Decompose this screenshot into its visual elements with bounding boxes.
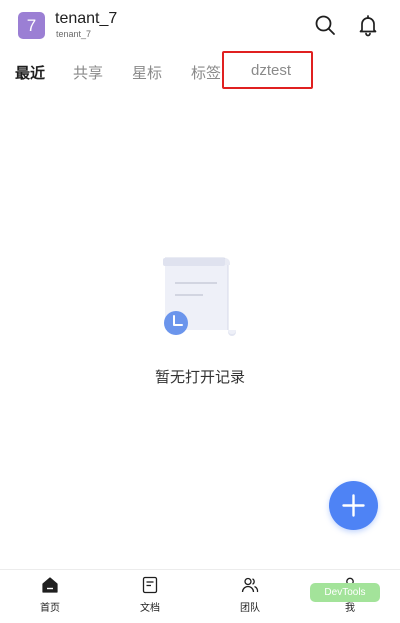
tab-tags[interactable]: 标签 — [191, 62, 221, 83]
bell-icon — [359, 15, 377, 37]
empty-state-message: 暂无打开记录 — [154, 368, 245, 386]
nav-home[interactable]: 首页 — [20, 570, 80, 623]
devtools-button[interactable]: DevTools — [310, 583, 380, 602]
tenant-avatar[interactable]: 7 — [18, 12, 45, 39]
document-clock-icon — [155, 255, 245, 340]
search-icon — [315, 15, 335, 35]
tab-bar: 最近 共享 星标 标签 dztest — [0, 52, 400, 92]
tenant-subtitle: tenant_7 — [56, 29, 92, 39]
add-button[interactable] — [329, 481, 378, 530]
notifications-button[interactable] — [356, 13, 380, 37]
team-icon — [241, 577, 259, 593]
nav-documents[interactable]: 文档 — [120, 570, 180, 623]
tab-starred[interactable]: 星标 — [132, 62, 162, 83]
tab-recent[interactable]: 最近 — [15, 62, 45, 83]
tab-shared[interactable]: 共享 — [73, 62, 103, 83]
nav-team-label: 团队 — [240, 603, 260, 614]
tab-highlight-box — [222, 51, 313, 89]
app-header: 7 tenant_7 tenant_7 — [0, 0, 400, 52]
search-button[interactable] — [313, 13, 337, 37]
document-icon — [142, 576, 158, 594]
nav-documents-label: 文档 — [140, 603, 160, 614]
nav-home-label: 首页 — [40, 603, 60, 614]
nav-team[interactable]: 团队 — [220, 570, 280, 623]
plus-icon — [342, 494, 365, 517]
home-icon — [42, 577, 58, 593]
tenant-name[interactable]: tenant_7 — [55, 10, 117, 28]
